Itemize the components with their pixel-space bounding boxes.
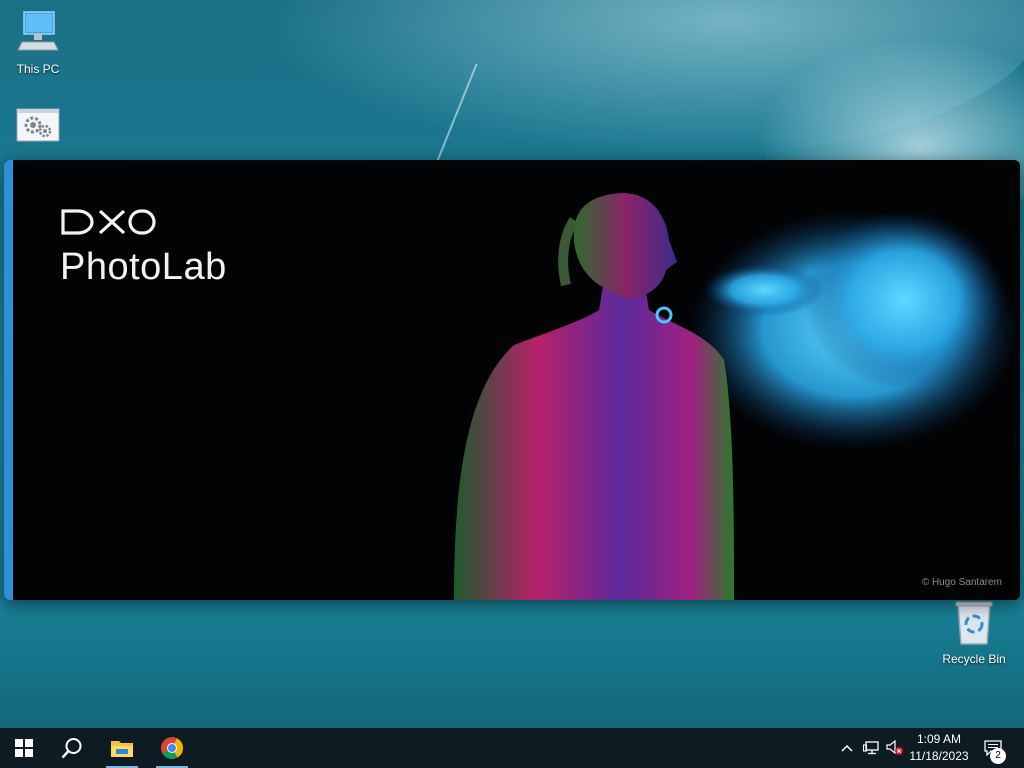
search-icon [61, 738, 82, 759]
network-icon [863, 741, 879, 755]
splash-accent-bar [4, 160, 13, 600]
taskbar-file-explorer[interactable] [98, 728, 146, 768]
this-pc-desktop-icon[interactable]: This PC [0, 8, 76, 76]
chrome-icon [161, 737, 183, 759]
show-hidden-icons-button[interactable] [836, 728, 858, 768]
search-button[interactable] [48, 728, 96, 768]
taskbar-chrome[interactable] [148, 728, 196, 768]
network-button[interactable] [860, 728, 882, 768]
chevron-up-icon [841, 744, 853, 752]
dxo-logo-icon [61, 209, 156, 235]
start-button[interactable] [0, 728, 48, 768]
settings-file-desktop-icon[interactable] [0, 108, 76, 148]
taskbar-clock[interactable]: 1:09 AM 11/18/2023 [903, 731, 975, 765]
hero-image [454, 193, 1019, 600]
photo-credit: © Hugo Santarem [921, 577, 1002, 588]
this-pc-label: This PC [16, 62, 60, 76]
windows-start-icon [15, 739, 33, 757]
file-explorer-icon [111, 741, 133, 757]
volume-muted-icon [886, 740, 903, 755]
recycle-bin-desktop-icon[interactable]: Recycle Bin [936, 600, 1012, 666]
clock-date: 11/18/2023 [909, 749, 969, 763]
product-name: PhotoLab [60, 246, 227, 288]
recycle-bin-icon [955, 601, 993, 645]
clock-time: 1:09 AM [916, 732, 962, 746]
photolab-splash-screen: PhotoLab © Hugo Santarem [4, 160, 1020, 600]
recycle-bin-label: Recycle Bin [942, 652, 1006, 666]
notification-count-badge: 2 [990, 748, 1006, 764]
gears-file-icon [16, 108, 60, 142]
computer-icon [17, 11, 59, 51]
taskbar: 1:09 AM 11/18/2023 [0, 728, 1024, 768]
